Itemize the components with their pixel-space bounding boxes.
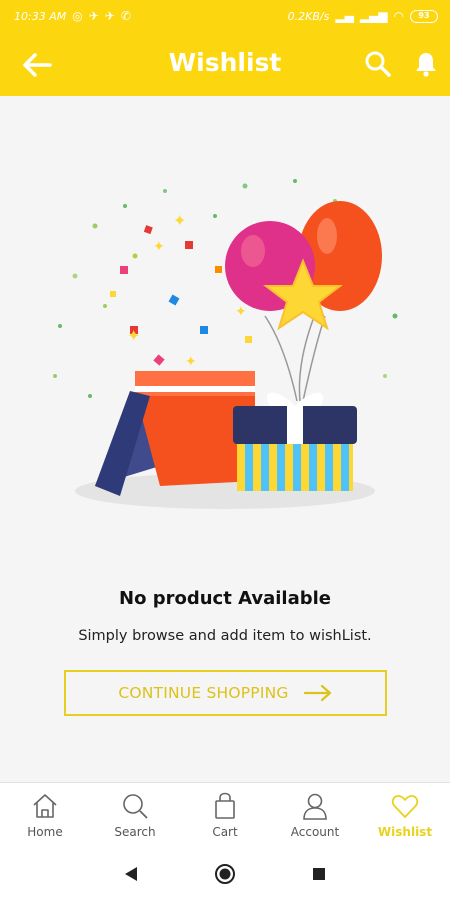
bottom-navigation: Home Search Cart Account Wishlist [0, 782, 450, 848]
bell-icon[interactable] [412, 50, 440, 78]
empty-state-title: No product Available [119, 588, 331, 609]
account-icon [303, 793, 327, 820]
nav-label-cart: Cart [212, 825, 238, 839]
cart-icon [215, 792, 235, 819]
status-bar: 10:33 AM ◎ ✈ ✈ ✆ 0.2KB/s ▂▄ ▂▄▆ ◠ 93 [0, 0, 450, 34]
nav-label-account: Account [290, 825, 340, 839]
svg-text:✦: ✦ [153, 239, 165, 255]
status-time: 10:33 AM [14, 9, 67, 23]
gift-box-balloons-illustration: ✦ ✦ ✦ ✦ ✦ [53, 179, 398, 509]
heart-icon [391, 795, 419, 818]
nav-label-home: Home [27, 825, 63, 839]
svg-text:✦: ✦ [235, 304, 247, 320]
nav-item-search[interactable]: Search [90, 783, 180, 848]
notification-dot-icon: ◎ [72, 9, 83, 23]
arrow-right-icon [303, 684, 331, 702]
continue-shopping-button[interactable]: CONTINUE SHOPPING [64, 670, 387, 716]
search-icon[interactable] [364, 50, 392, 78]
svg-text:✦: ✦ [185, 354, 197, 370]
nav-item-wishlist[interactable]: Wishlist [360, 783, 450, 848]
signal-icon: ▂▄ [335, 9, 354, 23]
home-icon [33, 794, 57, 818]
wishlist-content: ✦ ✦ ✦ ✦ ✦ No product Available Simply br… [0, 96, 450, 782]
system-recents-button[interactable] [307, 862, 331, 886]
system-back-button[interactable] [119, 862, 143, 886]
nav-label-wishlist: Wishlist [377, 825, 433, 839]
continue-shopping-label: CONTINUE SHOPPING [118, 684, 289, 702]
signal-icon-2: ▂▄▆ [359, 9, 388, 23]
system-navigation-bar [0, 848, 450, 900]
app-bar: Wishlist [0, 34, 450, 96]
nav-item-cart[interactable]: Cart [180, 783, 270, 848]
square-recents-icon [313, 868, 325, 880]
wifi-icon: ◠ [393, 9, 404, 23]
system-home-button[interactable] [213, 862, 237, 886]
satellite-icon: ✈ [88, 9, 99, 23]
circle-home-icon [215, 864, 235, 884]
triangle-back-icon [125, 867, 137, 881]
empty-state-subtitle: Simply browse and add item to wishList. [78, 628, 372, 644]
svg-text:✦: ✦ [127, 326, 140, 345]
network-speed: 0.2KB/s [287, 9, 330, 23]
satellite-icon-2: ✈ [104, 9, 115, 23]
search-icon [123, 794, 148, 819]
battery-icon: 93 [410, 9, 438, 23]
phone-icon: ✆ [120, 9, 131, 23]
nav-label-search: Search [114, 825, 156, 839]
svg-text:✦: ✦ [173, 211, 186, 230]
nav-item-account[interactable]: Account [270, 783, 360, 848]
nav-item-home[interactable]: Home [0, 783, 90, 848]
